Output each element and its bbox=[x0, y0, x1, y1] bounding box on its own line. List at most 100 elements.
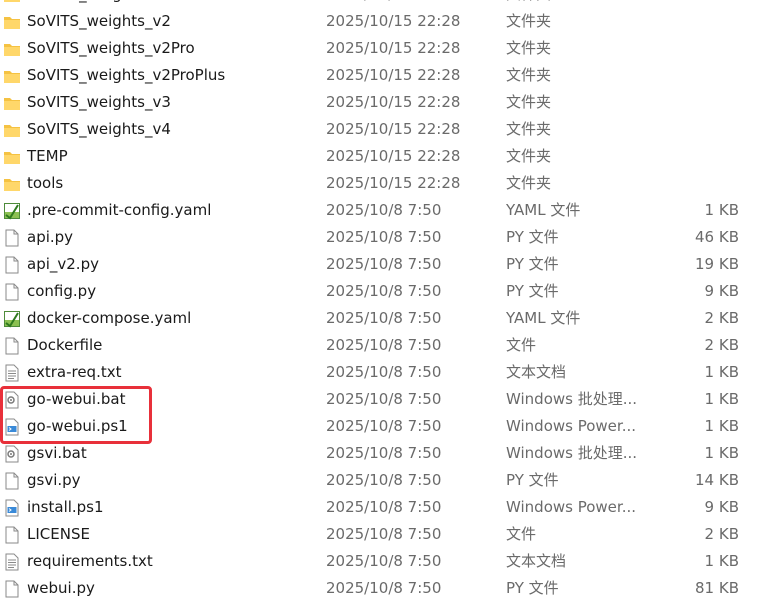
file-type: 文件 bbox=[506, 336, 537, 354]
text-file-icon bbox=[3, 364, 21, 382]
file-name: tools bbox=[27, 174, 64, 192]
file-name: docker-compose.yaml bbox=[27, 309, 192, 327]
file-type: YAML 文件 bbox=[506, 309, 581, 327]
file-name: .pre-commit-config.yaml bbox=[27, 201, 212, 219]
file-row[interactable]: SoVITS_weights 2025/10/15 22:28 文件夹 bbox=[0, 0, 767, 8]
file-row[interactable]: SoVITS_weights_v3 2025/10/15 22:28 文件夹 bbox=[0, 89, 767, 116]
file-row[interactable]: Dockerfile 2025/10/8 7:50 文件 2 KB bbox=[0, 332, 767, 359]
powershell-file-icon bbox=[3, 499, 21, 517]
file-row[interactable]: api.py 2025/10/8 7:50 PY 文件 46 KB bbox=[0, 224, 767, 251]
file-row[interactable]: gsvi.bat 2025/10/8 7:50 Windows 批处理... 1 KB bbox=[0, 440, 767, 467]
file-size: 2 KB bbox=[704, 309, 739, 327]
file-date: 2025/10/8 7:50 bbox=[326, 471, 442, 489]
file-type: YAML 文件 bbox=[506, 201, 581, 219]
folder-icon bbox=[3, 148, 21, 166]
file-row[interactable]: install.ps1 2025/10/8 7:50 Windows Power..… bbox=[0, 494, 767, 521]
file-name: api_v2.py bbox=[27, 255, 99, 273]
file-size: 9 KB bbox=[704, 498, 739, 516]
file-size: 1 KB bbox=[704, 390, 739, 408]
file-size: 1 KB bbox=[704, 444, 739, 462]
yaml-file-icon bbox=[3, 202, 21, 220]
file-type: Windows 批处理... bbox=[506, 444, 638, 462]
file-icon bbox=[3, 580, 21, 598]
file-row[interactable]: LICENSE 2025/10/8 7:50 文件 2 KB bbox=[0, 521, 767, 548]
file-date: 2025/10/15 22:28 bbox=[326, 147, 461, 165]
file-date: 2025/10/8 7:50 bbox=[326, 498, 442, 516]
file-name: Dockerfile bbox=[27, 336, 103, 354]
file-size: 1 KB bbox=[704, 201, 739, 219]
file-icon bbox=[3, 256, 21, 274]
file-date: 2025/10/8 7:50 bbox=[326, 363, 442, 381]
file-name: SoVITS_weights bbox=[27, 0, 145, 8]
file-row[interactable]: .pre-commit-config.yaml 2025/10/8 7:50 YAM… bbox=[0, 197, 767, 224]
file-row[interactable]: requirements.txt 2025/10/8 7:50 文本文档 1 KB bbox=[0, 548, 767, 575]
file-size: 19 KB bbox=[695, 255, 739, 273]
folder-icon bbox=[3, 121, 21, 139]
file-name: config.py bbox=[27, 282, 97, 300]
batch-file-icon bbox=[3, 445, 21, 463]
folder-icon bbox=[3, 40, 21, 58]
folder-icon bbox=[3, 0, 21, 4]
file-type: Windows Power... bbox=[506, 417, 637, 435]
file-type: PY 文件 bbox=[506, 579, 559, 597]
file-row[interactable]: webui.py 2025/10/8 7:50 PY 文件 81 KB bbox=[0, 575, 767, 602]
yaml-file-icon bbox=[3, 310, 21, 328]
file-size: 2 KB bbox=[704, 336, 739, 354]
file-date: 2025/10/15 22:28 bbox=[326, 93, 461, 111]
file-date: 2025/10/15 22:28 bbox=[326, 120, 461, 138]
file-size: 2 KB bbox=[704, 525, 739, 543]
file-type: 文件夹 bbox=[506, 120, 552, 138]
file-date: 2025/10/8 7:50 bbox=[326, 282, 442, 300]
file-date: 2025/10/8 7:50 bbox=[326, 552, 442, 570]
file-size: 9 KB bbox=[704, 282, 739, 300]
file-row[interactable]: gsvi.py 2025/10/8 7:50 PY 文件 14 KB bbox=[0, 467, 767, 494]
file-row[interactable]: config.py 2025/10/8 7:50 PY 文件 9 KB bbox=[0, 278, 767, 305]
file-row[interactable]: docker-compose.yaml 2025/10/8 7:50 YAML 文件… bbox=[0, 305, 767, 332]
file-icon bbox=[3, 229, 21, 247]
file-name: extra-req.txt bbox=[27, 363, 122, 381]
file-row[interactable]: TEMP 2025/10/15 22:28 文件夹 bbox=[0, 143, 767, 170]
file-type: 文件夹 bbox=[506, 12, 552, 30]
file-type: PY 文件 bbox=[506, 255, 559, 273]
file-name: requirements.txt bbox=[27, 552, 153, 570]
file-name: SoVITS_weights_v2 bbox=[27, 12, 171, 30]
file-row[interactable]: SoVITS_weights_v2ProPlus 2025/10/15 22:28… bbox=[0, 62, 767, 89]
file-type: Windows Power... bbox=[506, 498, 637, 516]
file-name: gsvi.bat bbox=[27, 444, 87, 462]
file-row[interactable]: api_v2.py 2025/10/8 7:50 PY 文件 19 KB bbox=[0, 251, 767, 278]
file-row[interactable]: SoVITS_weights_v4 2025/10/15 22:28 文件夹 bbox=[0, 116, 767, 143]
folder-icon bbox=[3, 175, 21, 193]
file-size: 1 KB bbox=[704, 417, 739, 435]
file-type: PY 文件 bbox=[506, 228, 559, 246]
file-date: 2025/10/15 22:28 bbox=[326, 39, 461, 57]
file-name: SoVITS_weights_v3 bbox=[27, 93, 171, 111]
file-row[interactable]: SoVITS_weights_v2Pro 2025/10/15 22:28 文件夹 bbox=[0, 35, 767, 62]
folder-icon bbox=[3, 67, 21, 85]
file-row[interactable]: tools 2025/10/15 22:28 文件夹 bbox=[0, 170, 767, 197]
file-name: gsvi.py bbox=[27, 471, 81, 489]
file-icon bbox=[3, 337, 21, 355]
file-row[interactable]: SoVITS_weights_v2 2025/10/15 22:28 文件夹 bbox=[0, 8, 767, 35]
file-date: 2025/10/8 7:50 bbox=[326, 525, 442, 543]
file-icon bbox=[3, 472, 21, 490]
file-type: PY 文件 bbox=[506, 282, 559, 300]
text-file-icon bbox=[3, 553, 21, 571]
file-date: 2025/10/8 7:50 bbox=[326, 417, 442, 435]
file-name: api.py bbox=[27, 228, 74, 246]
file-type: 文件 bbox=[506, 525, 537, 543]
file-date: 2025/10/8 7:50 bbox=[326, 390, 442, 408]
file-row[interactable]: extra-req.txt 2025/10/8 7:50 文本文档 1 KB bbox=[0, 359, 767, 386]
file-type: 文件夹 bbox=[506, 147, 552, 165]
file-name: LICENSE bbox=[27, 525, 90, 543]
file-size: 1 KB bbox=[704, 552, 739, 570]
folder-icon bbox=[3, 13, 21, 31]
file-date: 2025/10/8 7:50 bbox=[326, 579, 442, 597]
file-type: 文本文档 bbox=[506, 552, 567, 570]
file-list: SoVITS_weights2025/10/15 22:28文件夹SoVITS_… bbox=[0, 0, 767, 602]
highlight-box bbox=[0, 386, 152, 444]
file-name: SoVITS_weights_v4 bbox=[27, 120, 171, 138]
file-type: 文件夹 bbox=[506, 0, 551, 8]
file-name: install.ps1 bbox=[27, 498, 104, 516]
file-type: 文本文档 bbox=[506, 363, 567, 381]
file-type: 文件夹 bbox=[506, 39, 552, 57]
